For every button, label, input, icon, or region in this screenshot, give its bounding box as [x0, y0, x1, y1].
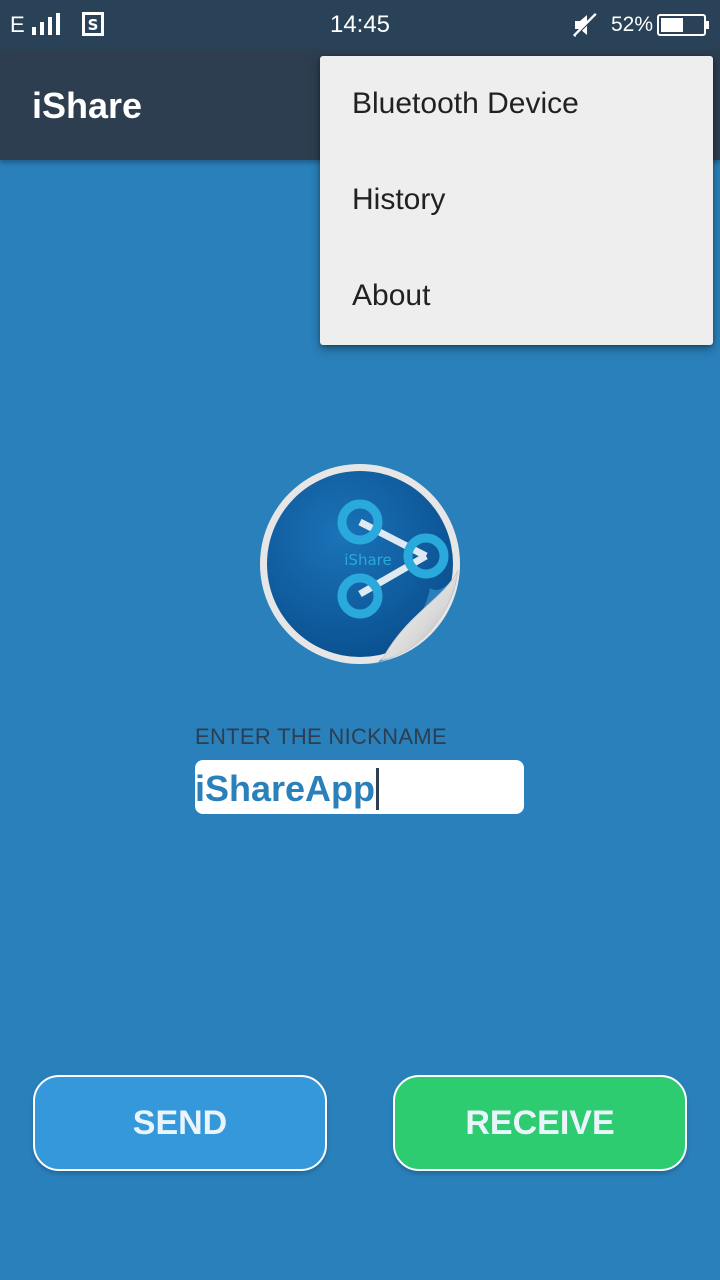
receive-button[interactable]: RECEIVE: [393, 1075, 687, 1171]
send-button[interactable]: SEND: [33, 1075, 327, 1171]
battery-icon: [657, 14, 709, 36]
nickname-label: ENTER THE NICKNAME: [195, 724, 447, 749]
app-title: iShare: [32, 85, 143, 126]
menu-item-about[interactable]: About: [320, 248, 713, 344]
screen: E S 14:45 52% iShare Bluetooth Device Hi…: [0, 0, 720, 1280]
status-bar: E S 14:45 52%: [0, 0, 720, 50]
menu-item-bluetooth-device[interactable]: Bluetooth Device: [320, 56, 713, 152]
nickname-value: iShareApp: [195, 768, 376, 809]
logo-text: iShare: [344, 551, 391, 569]
mute-icon: [572, 12, 598, 38]
nickname-input[interactable]: iShareApp: [195, 760, 524, 814]
ishare-logo: iShare: [260, 464, 460, 664]
battery-percent: 52%: [611, 13, 654, 36]
text-caret: [376, 768, 380, 811]
menu-item-history[interactable]: History: [320, 152, 713, 248]
overflow-menu: Bluetooth Device History About: [320, 56, 713, 345]
